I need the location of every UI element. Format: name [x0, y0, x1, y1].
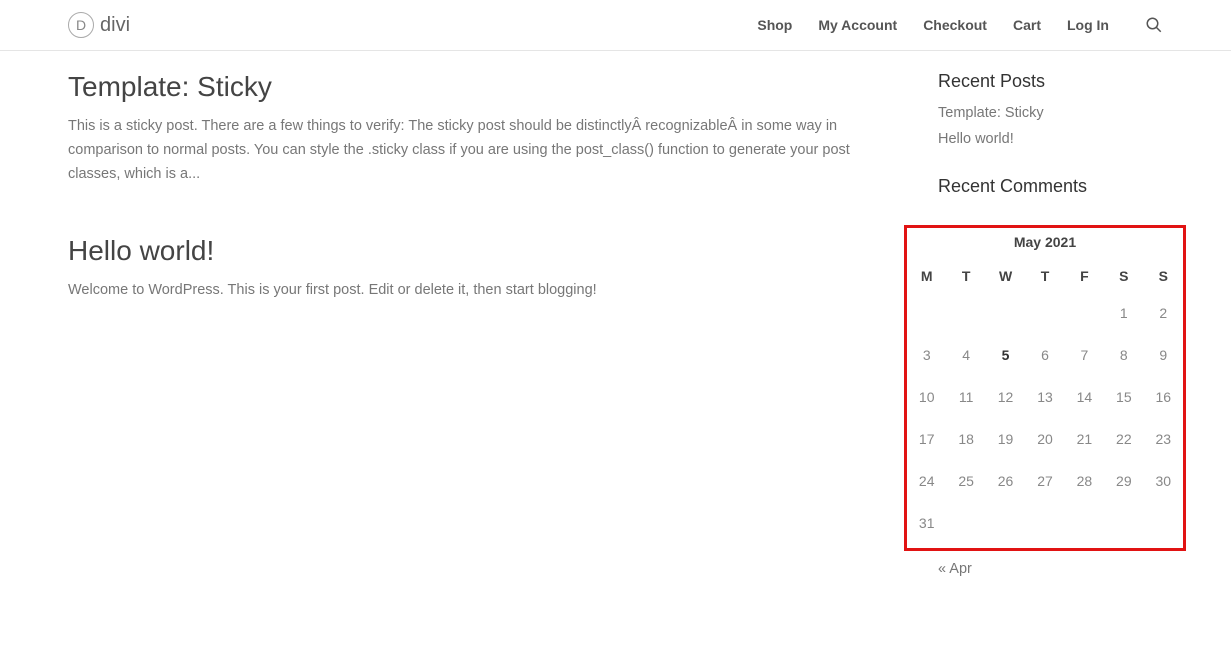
calendar-week-row: 24252627282930	[907, 460, 1183, 502]
logo-mark-icon: D	[68, 12, 94, 38]
calendar-day-cell[interactable]: 25	[946, 460, 985, 502]
nav-log-in[interactable]: Log In	[1067, 17, 1109, 33]
calendar-day-cell	[1025, 502, 1064, 544]
widget-title: Recent Posts	[938, 71, 1168, 92]
day-header: F	[1065, 260, 1104, 292]
calendar-day-cell[interactable]: 3	[907, 334, 946, 376]
calendar-day-cell[interactable]: 17	[907, 418, 946, 460]
calendar-day-cell[interactable]: 23	[1144, 418, 1183, 460]
calendar-day-cell[interactable]: 14	[1065, 376, 1104, 418]
calendar-day-cell	[1065, 502, 1104, 544]
post-title[interactable]: Template: Sticky	[68, 71, 878, 103]
calendar-day-cell[interactable]: 6	[1025, 334, 1064, 376]
calendar-day-cell[interactable]: 15	[1104, 376, 1143, 418]
site-logo[interactable]: D divi	[68, 12, 130, 38]
calendar-week-row: 17181920212223	[907, 418, 1183, 460]
widget-recent-comments: Recent Comments	[938, 176, 1168, 197]
widget-recent-posts: Recent Posts Template: Sticky Hello worl…	[938, 71, 1168, 148]
calendar-day-cell[interactable]: 8	[1104, 334, 1143, 376]
list-item: Hello world!	[938, 130, 1168, 148]
calendar-day-cell	[1025, 292, 1064, 334]
calendar-day-cell[interactable]: 12	[986, 376, 1025, 418]
calendar-day-cell[interactable]: 21	[1065, 418, 1104, 460]
calendar-day-cell[interactable]: 26	[986, 460, 1025, 502]
calendar-day-cell	[1144, 502, 1183, 544]
nav-shop[interactable]: Shop	[757, 17, 792, 33]
calendar-day-cell[interactable]: 9	[1144, 334, 1183, 376]
post-excerpt: Welcome to WordPress. This is your first…	[68, 279, 878, 303]
calendar-caption: May 2021	[907, 234, 1183, 260]
calendar-day-cell[interactable]: 5	[986, 334, 1025, 376]
calendar-day-cell	[1104, 502, 1143, 544]
calendar-header-row: M T W T F S S	[907, 260, 1183, 292]
calendar-week-row: 31	[907, 502, 1183, 544]
calendar-day-cell[interactable]: 31	[907, 502, 946, 544]
content-container: Template: Sticky This is a sticky post. …	[0, 51, 1231, 636]
calendar-day-cell[interactable]: 10	[907, 376, 946, 418]
calendar-day-cell	[946, 502, 985, 544]
calendar-day-cell[interactable]: 29	[1104, 460, 1143, 502]
calendar-day-cell[interactable]: 20	[1025, 418, 1064, 460]
post-title[interactable]: Hello world!	[68, 235, 878, 267]
recent-posts-list: Template: Sticky Hello world!	[938, 104, 1168, 148]
calendar-day-cell[interactable]: 2	[1144, 292, 1183, 334]
day-header: S	[1104, 260, 1143, 292]
nav-cart[interactable]: Cart	[1013, 17, 1041, 33]
calendar-week-row: 3456789	[907, 334, 1183, 376]
calendar-day-cell	[986, 292, 1025, 334]
calendar-day-cell[interactable]: 30	[1144, 460, 1183, 502]
calendar-day-cell[interactable]: 24	[907, 460, 946, 502]
calendar-day-cell[interactable]: 16	[1144, 376, 1183, 418]
calendar-day-cell[interactable]: 11	[946, 376, 985, 418]
sidebar: Recent Posts Template: Sticky Hello worl…	[938, 71, 1168, 606]
calendar-day-cell[interactable]: 18	[946, 418, 985, 460]
day-header: M	[907, 260, 946, 292]
calendar-week-row: 10111213141516	[907, 376, 1183, 418]
widget-title: Recent Comments	[938, 176, 1168, 197]
post: Template: Sticky This is a sticky post. …	[68, 71, 878, 187]
day-header: S	[1144, 260, 1183, 292]
post: Hello world! Welcome to WordPress. This …	[68, 235, 878, 303]
main-nav: Shop My Account Checkout Cart Log In	[757, 16, 1163, 34]
calendar-day-cell[interactable]: 27	[1025, 460, 1064, 502]
calendar-week-row: 12	[907, 292, 1183, 334]
logo-text: divi	[100, 14, 130, 37]
calendar-day-cell[interactable]: 28	[1065, 460, 1104, 502]
calendar-day-cell	[907, 292, 946, 334]
calendar-highlight-box: May 2021 M T W T F S S 12345678910111213…	[904, 225, 1186, 551]
nav-my-account[interactable]: My Account	[818, 17, 897, 33]
calendar-day-cell	[986, 502, 1025, 544]
calendar-prev-link[interactable]: « Apr	[938, 561, 972, 577]
day-header: T	[1025, 260, 1064, 292]
calendar-day-cell[interactable]: 7	[1065, 334, 1104, 376]
calendar-day-cell[interactable]: 13	[1025, 376, 1064, 418]
recent-post-link[interactable]: Template: Sticky	[938, 105, 1044, 121]
widget-calendar: May 2021 M T W T F S S 12345678910111213…	[938, 225, 1168, 578]
calendar-day-cell[interactable]: 4	[946, 334, 985, 376]
search-icon[interactable]	[1145, 16, 1163, 34]
calendar-table: May 2021 M T W T F S S 12345678910111213…	[907, 234, 1183, 544]
calendar-day-cell[interactable]: 19	[986, 418, 1025, 460]
recent-post-link[interactable]: Hello world!	[938, 131, 1014, 147]
calendar-day-cell[interactable]: 22	[1104, 418, 1143, 460]
day-header: T	[946, 260, 985, 292]
day-header: W	[986, 260, 1025, 292]
calendar-day-cell	[1065, 292, 1104, 334]
post-excerpt: This is a sticky post. There are a few t…	[68, 115, 878, 187]
list-item: Template: Sticky	[938, 104, 1168, 122]
calendar-day-cell[interactable]: 1	[1104, 292, 1143, 334]
main-content: Template: Sticky This is a sticky post. …	[68, 71, 878, 606]
site-header: D divi Shop My Account Checkout Cart Log…	[0, 0, 1231, 51]
calendar-day-cell	[946, 292, 985, 334]
nav-checkout[interactable]: Checkout	[923, 17, 987, 33]
